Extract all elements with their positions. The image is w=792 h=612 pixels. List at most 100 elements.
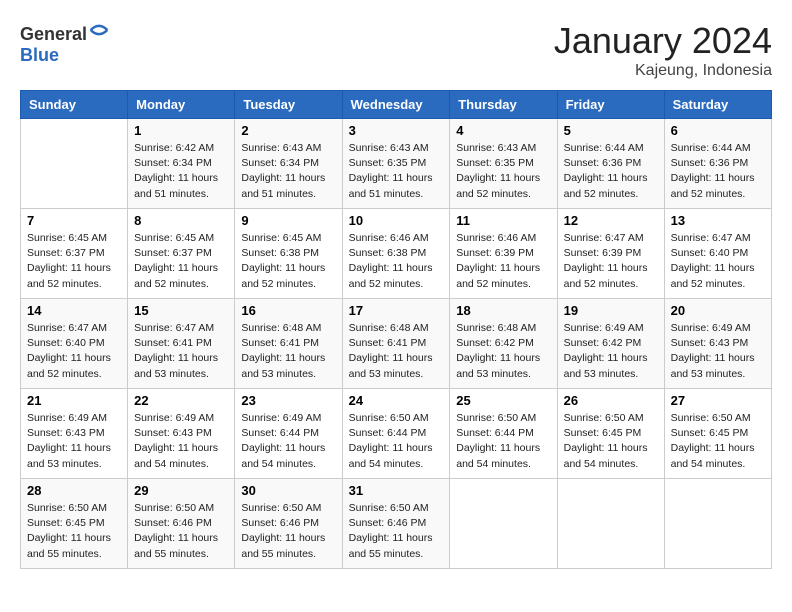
day-number: 12 — [564, 213, 658, 228]
location: Kajeung, Indonesia — [554, 62, 772, 80]
calendar-cell: 7Sunrise: 6:45 AMSunset: 6:37 PMDaylight… — [21, 209, 128, 299]
calendar-cell: 28 Sunrise: 6:50 AMSunset: 6:45 PMDayligh… — [21, 479, 128, 569]
day-number: 9 — [241, 213, 335, 228]
calendar-cell: 30Sunrise: 6:50 AMSunset: 6:46 PMDayligh… — [235, 479, 342, 569]
calendar-cell: 24Sunrise: 6:50 AMSunset: 6:44 PMDayligh… — [342, 389, 450, 479]
day-number: 10 — [349, 213, 444, 228]
day-info: Sunrise: 6:50 AMSunset: 6:45 PMDaylight:… — [671, 411, 765, 472]
calendar-cell: 25 Sunrise: 6:50 AMSunset: 6:44 PMDayligh… — [450, 389, 557, 479]
day-number: 17 — [349, 303, 444, 318]
calendar-cell: 9 Sunrise: 6:45 AMSunset: 6:38 PMDaylight… — [235, 209, 342, 299]
day-info: Sunrise: 6:50 AMSunset: 6:45 PMDaylight:… — [564, 411, 658, 472]
calendar-cell: 10 Sunrise: 6:46 AMSunset: 6:38 PMDayligh… — [342, 209, 450, 299]
day-info: Sunrise: 6:48 AMSunset: 6:41 PMDaylight:… — [349, 321, 444, 382]
week-row-1: 1Sunrise: 6:42 AMSunset: 6:34 PMDaylight… — [21, 119, 772, 209]
day-info: Sunrise: 6:50 AMSunset: 6:46 PMDaylight:… — [349, 501, 444, 562]
day-info: Sunrise: 6:50 AMSunset: 6:44 PMDaylight:… — [456, 411, 550, 472]
day-number: 14 — [27, 303, 121, 318]
day-number: 23 — [241, 393, 335, 408]
calendar-cell — [664, 479, 771, 569]
day-number: 25 — [456, 393, 550, 408]
day-number: 31 — [349, 483, 444, 498]
calendar-cell: 4 Sunrise: 6:43 AMSunset: 6:35 PMDaylight… — [450, 119, 557, 209]
day-number: 5 — [564, 123, 658, 138]
calendar-cell: 14Sunrise: 6:47 AMSunset: 6:40 PMDayligh… — [21, 299, 128, 389]
day-number: 13 — [671, 213, 765, 228]
day-info: Sunrise: 6:49 AMSunset: 6:43 PMDaylight:… — [27, 411, 121, 472]
calendar-cell: 13 Sunrise: 6:47 AMSunset: 6:40 PMDayligh… — [664, 209, 771, 299]
day-number: 6 — [671, 123, 765, 138]
calendar-cell: 29 Sunrise: 6:50 AMSunset: 6:46 PMDayligh… — [128, 479, 235, 569]
day-info: Sunrise: 6:46 AMSunset: 6:38 PMDaylight:… — [349, 231, 444, 292]
calendar-cell: 27 Sunrise: 6:50 AMSunset: 6:45 PMDayligh… — [664, 389, 771, 479]
logo-text: General Blue — [20, 20, 109, 66]
day-info: Sunrise: 6:43 AMSunset: 6:35 PMDaylight:… — [349, 141, 444, 202]
logo: General Blue — [20, 20, 109, 66]
calendar-cell: 23 Sunrise: 6:49 AMSunset: 6:44 PMDayligh… — [235, 389, 342, 479]
day-number: 16 — [241, 303, 335, 318]
day-info: Sunrise: 6:49 AMSunset: 6:44 PMDaylight:… — [241, 411, 335, 472]
day-info: Sunrise: 6:45 AMSunset: 6:38 PMDaylight:… — [241, 231, 335, 292]
weekday-header-thursday: Thursday — [450, 91, 557, 119]
calendar-cell: 5 Sunrise: 6:44 AMSunset: 6:36 PMDaylight… — [557, 119, 664, 209]
day-number: 7 — [27, 213, 121, 228]
day-number: 8 — [134, 213, 228, 228]
day-info: Sunrise: 6:50 AMSunset: 6:44 PMDaylight:… — [349, 411, 444, 472]
month-title: January 2024 — [554, 20, 772, 62]
logo-blue: Blue — [20, 45, 59, 65]
calendar-cell: 20Sunrise: 6:49 AMSunset: 6:43 PMDayligh… — [664, 299, 771, 389]
calendar-body: 1Sunrise: 6:42 AMSunset: 6:34 PMDaylight… — [21, 119, 772, 569]
page-header: General Blue January 2024 Kajeung, Indon… — [20, 20, 772, 80]
day-number: 18 — [456, 303, 550, 318]
calendar-cell — [450, 479, 557, 569]
day-number: 28 — [27, 483, 121, 498]
weekday-header-monday: Monday — [128, 91, 235, 119]
day-number: 3 — [349, 123, 444, 138]
calendar-cell: 26Sunrise: 6:50 AMSunset: 6:45 PMDayligh… — [557, 389, 664, 479]
calendar-cell: 31 Sunrise: 6:50 AMSunset: 6:46 PMDayligh… — [342, 479, 450, 569]
day-info: Sunrise: 6:44 AMSunset: 6:36 PMDaylight:… — [671, 141, 765, 202]
day-number: 4 — [456, 123, 550, 138]
day-info: Sunrise: 6:48 AMSunset: 6:41 PMDaylight:… — [241, 321, 335, 382]
calendar-cell: 6 Sunrise: 6:44 AMSunset: 6:36 PMDaylight… — [664, 119, 771, 209]
day-info: Sunrise: 6:50 AMSunset: 6:46 PMDaylight:… — [241, 501, 335, 562]
day-info: Sunrise: 6:48 AMSunset: 6:42 PMDaylight:… — [456, 321, 550, 382]
calendar-cell: 12 Sunrise: 6:47 AMSunset: 6:39 PMDayligh… — [557, 209, 664, 299]
weekday-header-sunday: Sunday — [21, 91, 128, 119]
day-info: Sunrise: 6:49 AMSunset: 6:42 PMDaylight:… — [564, 321, 658, 382]
weekday-header-row: SundayMondayTuesdayWednesdayThursdayFrid… — [21, 91, 772, 119]
calendar-cell — [21, 119, 128, 209]
day-info: Sunrise: 6:45 AMSunset: 6:37 PMDaylight:… — [134, 231, 228, 292]
calendar-cell: 19 Sunrise: 6:49 AMSunset: 6:42 PMDayligh… — [557, 299, 664, 389]
day-number: 19 — [564, 303, 658, 318]
day-info: Sunrise: 6:47 AMSunset: 6:39 PMDaylight:… — [564, 231, 658, 292]
calendar-cell: 21 Sunrise: 6:49 AMSunset: 6:43 PMDayligh… — [21, 389, 128, 479]
weekday-header-wednesday: Wednesday — [342, 91, 450, 119]
week-row-5: 28 Sunrise: 6:50 AMSunset: 6:45 PMDayligh… — [21, 479, 772, 569]
calendar-cell: 18 Sunrise: 6:48 AMSunset: 6:42 PMDayligh… — [450, 299, 557, 389]
calendar-cell: 17 Sunrise: 6:48 AMSunset: 6:41 PMDayligh… — [342, 299, 450, 389]
title-block: January 2024 Kajeung, Indonesia — [554, 20, 772, 80]
calendar-cell: 3 Sunrise: 6:43 AMSunset: 6:35 PMDaylight… — [342, 119, 450, 209]
day-info: Sunrise: 6:47 AMSunset: 6:40 PMDaylight:… — [671, 231, 765, 292]
calendar-cell: 8 Sunrise: 6:45 AMSunset: 6:37 PMDaylight… — [128, 209, 235, 299]
weekday-header-tuesday: Tuesday — [235, 91, 342, 119]
day-info: Sunrise: 6:50 AMSunset: 6:45 PMDaylight:… — [27, 501, 121, 562]
week-row-4: 21 Sunrise: 6:49 AMSunset: 6:43 PMDayligh… — [21, 389, 772, 479]
day-info: Sunrise: 6:50 AMSunset: 6:46 PMDaylight:… — [134, 501, 228, 562]
day-info: Sunrise: 6:44 AMSunset: 6:36 PMDaylight:… — [564, 141, 658, 202]
day-info: Sunrise: 6:43 AMSunset: 6:34 PMDaylight:… — [241, 141, 335, 202]
calendar-cell: 11Sunrise: 6:46 AMSunset: 6:39 PMDayligh… — [450, 209, 557, 299]
day-number: 11 — [456, 213, 550, 228]
day-info: Sunrise: 6:43 AMSunset: 6:35 PMDaylight:… — [456, 141, 550, 202]
calendar-cell: 22Sunrise: 6:49 AMSunset: 6:43 PMDayligh… — [128, 389, 235, 479]
day-number: 15 — [134, 303, 228, 318]
day-number: 21 — [27, 393, 121, 408]
logo-icon — [89, 20, 109, 40]
day-number: 2 — [241, 123, 335, 138]
day-number: 29 — [134, 483, 228, 498]
day-info: Sunrise: 6:49 AMSunset: 6:43 PMDaylight:… — [134, 411, 228, 472]
day-number: 27 — [671, 393, 765, 408]
day-info: Sunrise: 6:49 AMSunset: 6:43 PMDaylight:… — [671, 321, 765, 382]
day-info: Sunrise: 6:47 AMSunset: 6:41 PMDaylight:… — [134, 321, 228, 382]
